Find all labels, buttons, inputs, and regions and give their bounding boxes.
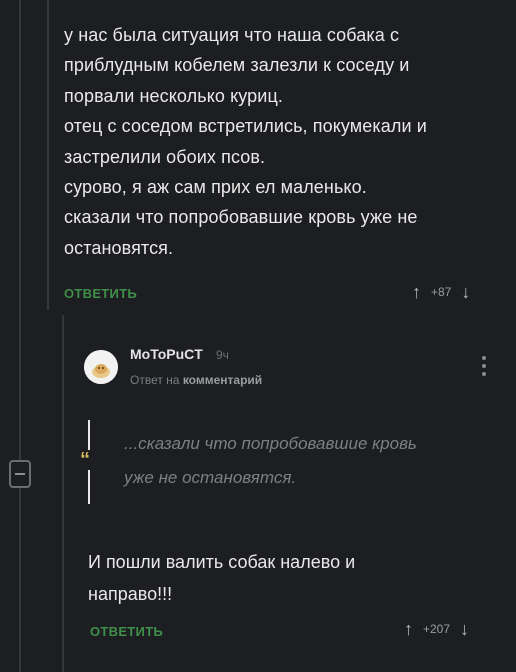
reply-rating: ↑ +207 ↓ xyxy=(404,620,469,638)
thread-line-left-lower xyxy=(19,488,21,672)
reply-reply-button[interactable]: ОТВЕТИТЬ xyxy=(90,624,163,639)
reply-to-link[interactable]: комментарий xyxy=(183,373,262,387)
reply-comment-body: И пошли валить собак налево и направо!!! xyxy=(88,546,488,610)
downvote-icon[interactable]: ↓ xyxy=(461,283,470,301)
avatar-image xyxy=(84,350,118,384)
thread-line-reply xyxy=(62,315,64,672)
author-name[interactable]: MoToPuCT xyxy=(130,346,203,362)
thread-line-parent xyxy=(47,0,49,310)
reply-comment-line: направо!!! xyxy=(88,584,173,604)
parent-comment-line: у нас была ситуация что наша собака с xyxy=(64,25,400,45)
reply-comment-line: И пошли валить собак налево и xyxy=(88,552,356,572)
reply-to-prefix: Ответ на xyxy=(130,373,180,387)
parent-reply-button[interactable]: ОТВЕТИТЬ xyxy=(64,286,137,301)
collapse-thread-button[interactable] xyxy=(9,460,31,488)
more-options-icon[interactable] xyxy=(482,356,486,376)
parent-comment-line: застрелили обоих псов. xyxy=(64,146,266,167)
downvote-icon[interactable]: ↓ xyxy=(460,620,469,638)
quote-icon: “ xyxy=(78,449,92,471)
parent-comment-line: приблудным кобелем залезли к соседу и xyxy=(64,55,410,76)
parent-comment-body: у нас была ситуация что наша собака с пр… xyxy=(64,20,504,263)
parent-comment-line: сказали что попробовавшие кровь уже не xyxy=(64,207,418,228)
quote-line: ...сказали что попробовавшие кровь xyxy=(124,434,417,453)
thread-line-left xyxy=(19,0,21,460)
reply-rating-value: +207 xyxy=(423,622,451,636)
upvote-icon[interactable]: ↑ xyxy=(404,620,413,638)
parent-rating-value: +87 xyxy=(431,285,452,299)
quote-block: ...сказали что попробовавшие кровь уже н… xyxy=(124,427,494,495)
parent-comment-line: сурово, я аж сам прих ел маленько. xyxy=(64,177,367,198)
quote-line: уже не остановятся. xyxy=(124,468,297,487)
parent-comment-line: отец с соседом встретились, покумекали и xyxy=(64,116,427,137)
comment-thread-screen: у нас была ситуация что наша собака с пр… xyxy=(0,0,516,672)
comment-time: 9ч xyxy=(216,348,229,362)
reply-to-info: Ответ на комментарий xyxy=(130,373,262,387)
upvote-icon[interactable]: ↑ xyxy=(412,283,421,301)
parent-comment-line: порвали несколько куриц. xyxy=(64,85,283,106)
avatar[interactable] xyxy=(84,350,118,384)
collapse-icon xyxy=(15,473,25,475)
parent-rating: ↑ +87 ↓ xyxy=(412,283,470,301)
parent-comment-line: остановятся. xyxy=(64,237,174,258)
